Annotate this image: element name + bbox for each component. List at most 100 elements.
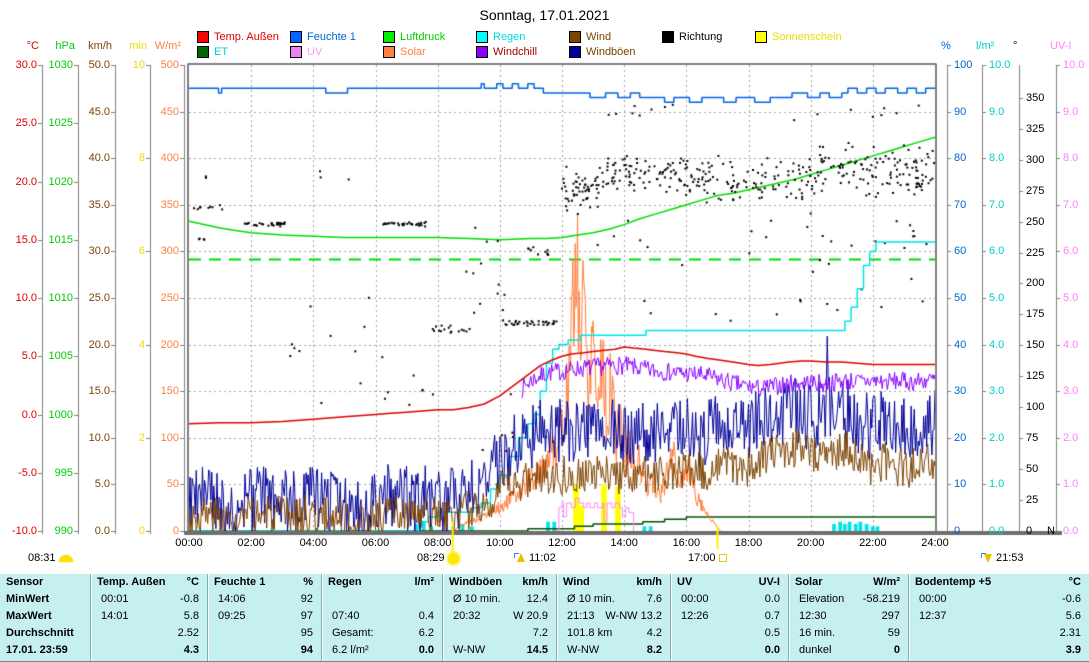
sunset-square-icon (719, 554, 727, 562)
axis-tick-label: 45.0 (68, 106, 110, 118)
axis-tick-label: 9.0 (1063, 106, 1089, 118)
axis-tick-label: 8.0 (1063, 152, 1089, 164)
cell-value: 92 (301, 591, 321, 608)
annotation-time: 08:31 (28, 552, 56, 564)
axis-tick-label: 5.0 (68, 478, 110, 490)
x-axis-tick-label: 02:00 (227, 537, 275, 549)
axis-tick-label: 90 (954, 106, 988, 118)
cell-time-label: 07:40 (322, 608, 360, 625)
cell-time-label (909, 625, 919, 642)
legend-item-wind: Wind (569, 31, 611, 43)
x-axis-tick-label: 22:00 (849, 537, 897, 549)
axis-tick-label: 1030 (31, 59, 73, 71)
cell-value: 0.0 (765, 642, 788, 659)
sensor-name: UV (671, 574, 692, 591)
axis-tick-label: 0 (954, 525, 988, 537)
axis-tick-label: 350 (1026, 92, 1060, 104)
axis-tick-label: 150 (137, 385, 179, 397)
cell-value: 97 (301, 608, 321, 625)
table-column-regen: Regenl/m²07:400.4Gesamt:6.26.2 l/m²0.0 (321, 574, 442, 661)
weather-station-day-chart-window: Sonntag, 17.01.2021 Temp. AußenFeuchte 1… (0, 0, 1089, 662)
table-cell-row: 7.2 (443, 625, 556, 642)
table-cell-row: 0.0 (671, 642, 788, 659)
table-cell-row: 4.3 (91, 642, 207, 659)
axis-tick-label: 10.0 (989, 59, 1023, 71)
sun-icon (448, 553, 459, 564)
sensor-unit: km/h (522, 574, 556, 591)
axis-tick-label: 3.0 (1063, 385, 1089, 397)
axis-tick-label: 3.0 (989, 385, 1023, 397)
annotation-time: 17:00 (688, 552, 716, 564)
axis-tick-label: 30 (954, 385, 988, 397)
axis-tick-label: 200 (1026, 277, 1060, 289)
cell-value: 4.2 (647, 625, 670, 642)
axis-tick-label: 10.0 (1063, 59, 1089, 71)
x-axis-tick-label: 12:00 (538, 537, 586, 549)
axis-tick-label: 995 (31, 467, 73, 479)
cell-value: W 20.9 (513, 608, 556, 625)
axis-tick-label: 400 (137, 152, 179, 164)
cell-value: -58.219 (863, 591, 908, 608)
cell-time-label: 12:26 (671, 608, 709, 625)
axis-tick-label: 35.0 (68, 199, 110, 211)
legend-label: Wind (586, 31, 611, 43)
axis-tick-label: 7.0 (1063, 199, 1089, 211)
sensor-name: Bodentemp +5 (909, 574, 991, 591)
cell-value: 0.0 (419, 642, 442, 659)
table-cell-row: 00:01-0.8 (91, 591, 207, 608)
x-axis-tick-label: 16:00 (662, 537, 710, 549)
legend-label: Feuchte 1 (307, 31, 356, 43)
axis-tick-label: 1000 (31, 409, 73, 421)
cell-time-label: 16 min. (789, 625, 835, 642)
x-axis-tick-label: 20:00 (787, 537, 835, 549)
table-cell-row: W-NW8.2 (557, 642, 670, 659)
x-axis-tick-label: 18:00 (725, 537, 773, 549)
legend-item-uv: UV (290, 46, 322, 58)
sensor-unit: °C (1069, 574, 1089, 591)
axis-tick-label: 25.0 (68, 292, 110, 304)
legend-item-et: ET (197, 46, 228, 58)
legend-swatch-icon (569, 31, 581, 43)
table-column-header: Regenl/m² (322, 574, 442, 591)
cell-time-label (208, 642, 218, 659)
axis-tick-label: 4.0 (1063, 339, 1089, 351)
axis-tick-label: 2.0 (1063, 432, 1089, 444)
cell-value: 0 (894, 642, 908, 659)
cell-time-label: 00:00 (909, 591, 947, 608)
table-cell-row (322, 591, 442, 608)
table-column-temp-au-en: Temp. Außen°C00:01-0.814:015.82.524.3 (90, 574, 207, 661)
table-cell-row: 12:30297 (789, 608, 908, 625)
axis-tick-label: 0.0 (989, 525, 1023, 537)
table-column-header: Bodentemp +5 °C (909, 574, 1089, 591)
legend-label: UV (307, 46, 322, 58)
legend-item-windchill: Windchill (476, 46, 537, 58)
table-cell-row: 16 min.59 (789, 625, 908, 642)
cell-value: 5.8 (184, 608, 207, 625)
table-cell-row: 3.9 (909, 642, 1089, 659)
x-axis-tick-label: 04:00 (289, 537, 337, 549)
cell-value: 95 (301, 625, 321, 642)
axis-tick-label: 100 (954, 59, 988, 71)
cell-time-label (91, 642, 101, 659)
table-column-header: Temp. Außen°C (91, 574, 207, 591)
moonrise-arrow-icon (514, 552, 526, 564)
cell-time-label: Ø 10 min. (557, 591, 615, 608)
legend-label: Temp. Außen (214, 31, 279, 43)
sensor-name: Windböen (443, 574, 502, 591)
table-column-solar: SolarW/m²Elevation-58.21912:3029716 min.… (788, 574, 908, 661)
table-column-bodentemp-5: Bodentemp +5°C00:00-0.612:375.62.313.9 (908, 574, 1089, 661)
axis-tick-label: 1020 (31, 176, 73, 188)
axis-tick-label: 150 (1026, 339, 1060, 351)
axis-tick-label: 1.0 (989, 478, 1023, 490)
cell-time-label: dunkel (789, 642, 831, 659)
table-cell-row: 14:015.8 (91, 608, 207, 625)
legend-item-temp-au-en: Temp. Außen (197, 31, 279, 43)
cell-value: 12.4 (527, 591, 556, 608)
axis-tick-label: 250 (1026, 216, 1060, 228)
axis-tick-label: 4.0 (989, 339, 1023, 351)
cell-time-label: 21:13 (557, 608, 595, 625)
legend-item-feuchte-1: Feuchte 1 (290, 31, 356, 43)
table-column-header: Windböen km/h (443, 574, 556, 591)
sensor-unit: W/m² (873, 574, 908, 591)
sensor-unit: °C (187, 574, 207, 591)
